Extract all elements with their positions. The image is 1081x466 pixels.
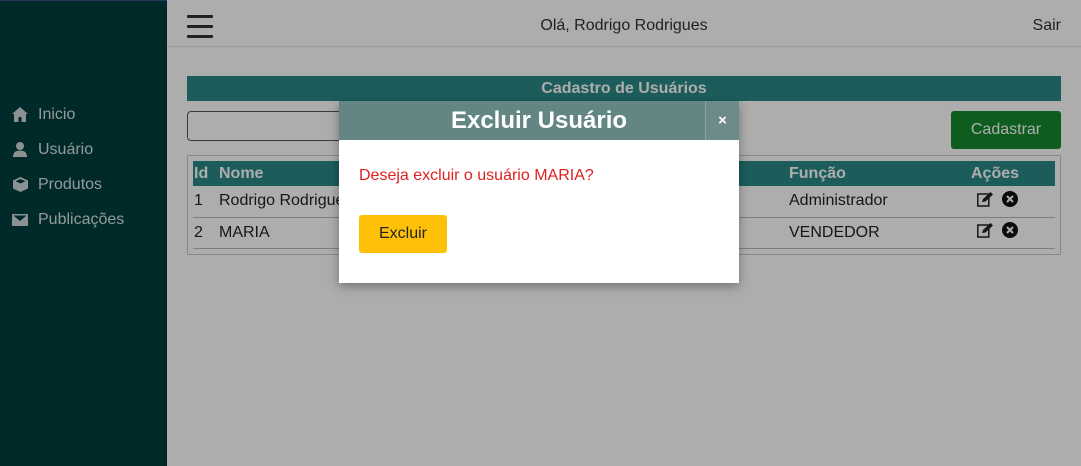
- modal-message: Deseja excluir o usuário MARIA?: [359, 167, 594, 184]
- confirm-delete-button[interactable]: Excluir: [359, 215, 447, 253]
- modal-title: Excluir Usuário: [450, 107, 628, 134]
- delete-user-modal: Excluir Usuário × Deseja excluir o usuár…: [339, 101, 739, 283]
- modal-header: Excluir Usuário ×: [339, 101, 739, 140]
- close-icon[interactable]: ×: [705, 101, 739, 140]
